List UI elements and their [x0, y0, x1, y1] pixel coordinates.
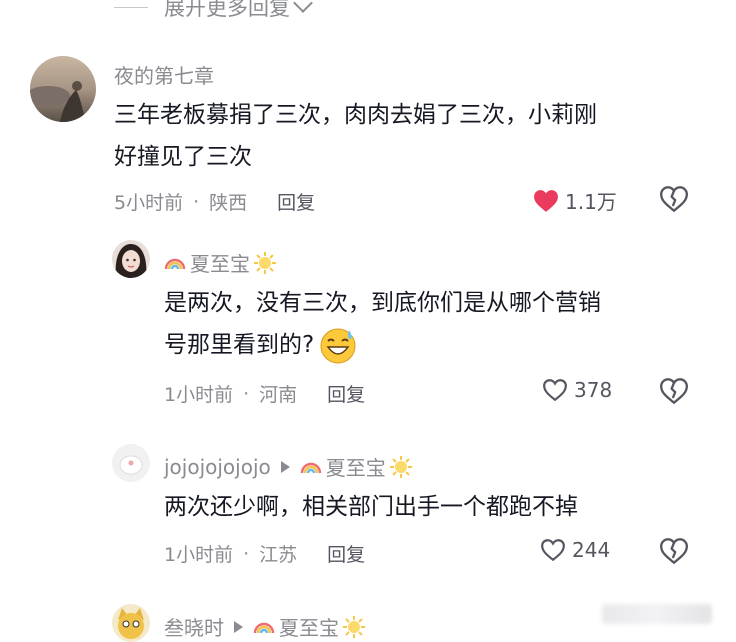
comment-location: 陕西: [209, 192, 248, 214]
dislike-button[interactable]: [659, 378, 689, 408]
reply-button[interactable]: 回复: [327, 380, 365, 407]
reply-location: 江苏: [259, 544, 298, 566]
reply-text-line-wrap: 号那里看到的?: [164, 324, 724, 366]
expand-more-replies[interactable]: 展开更多回复: [114, 0, 313, 20]
reply-username-row[interactable]: 叁晓时 夏至宝: [164, 612, 366, 641]
broken-heart-icon: [659, 538, 689, 565]
reply-text-line: 号那里看到的?: [164, 332, 315, 358]
avatar-image: [30, 56, 96, 122]
sun-icon: [343, 615, 365, 638]
sun-icon: [389, 455, 412, 478]
reply-username-row[interactable]: 夏至宝: [164, 248, 277, 277]
reply-text-line: 是两次，没有三次，到底你们是从哪个营销: [164, 290, 601, 316]
laughing-sweat-emoji-icon: [320, 328, 356, 364]
reply-button[interactable]: 回复: [327, 540, 365, 567]
like-count: 244: [572, 538, 611, 562]
comment-meta: 5小时前 · 陕西 回复: [114, 188, 315, 215]
rainbow-icon: [164, 258, 186, 269]
comment-text: 三年老板募捐了三次，肉肉去娟了三次，小莉刚 好撞见了三次: [114, 94, 714, 178]
separator-dot: ·: [243, 382, 250, 405]
reply-button[interactable]: 回复: [277, 188, 315, 215]
broken-heart-icon: [659, 186, 689, 213]
sun-icon: [254, 251, 276, 274]
reply-text: 是两次，没有三次，到底你们是从哪个营销 号那里看到的?: [164, 282, 724, 366]
like-button[interactable]: 1.1万: [533, 186, 617, 215]
reply-arrow-icon: [234, 620, 243, 633]
avatar-image: [112, 240, 150, 278]
divider-line: [114, 6, 148, 8]
heart-outline-icon: [543, 379, 567, 402]
expand-label: 展开更多回复: [164, 0, 290, 20]
avatar[interactable]: [112, 444, 150, 482]
chevron-down-icon: [293, 0, 313, 13]
reply-time: 1小时前: [164, 384, 234, 406]
reply-meta: 1小时前 · 江苏 回复: [164, 540, 365, 567]
avatar[interactable]: [112, 604, 150, 642]
avatar[interactable]: [30, 56, 96, 122]
separator-dot: ·: [193, 190, 200, 213]
like-count: 1.1万: [565, 190, 617, 214]
separator-dot: ·: [243, 542, 250, 565]
reply-username: jojojojojojo: [164, 454, 271, 479]
avatar-image: [112, 444, 150, 482]
like-button[interactable]: 378: [542, 378, 612, 402]
avatar[interactable]: [112, 240, 150, 278]
dislike-button[interactable]: [659, 538, 689, 568]
reply-time: 1小时前: [164, 544, 234, 566]
broken-heart-icon: [659, 378, 689, 405]
comment-text-line: 三年老板募捐了三次，肉肉去娟了三次，小莉刚: [114, 102, 597, 128]
heart-filled-icon: [534, 189, 558, 212]
comment-text-line: 好撞见了三次: [114, 144, 252, 170]
reply-text: 两次还少啊，相关部门出手一个都跑不掉: [164, 494, 578, 520]
rainbow-icon: [253, 622, 275, 633]
reply-username: 叁晓时: [164, 616, 224, 640]
reply-to-username: 夏至宝: [325, 456, 386, 480]
reply-arrow-icon: [280, 460, 290, 473]
reply-location: 河南: [259, 384, 298, 406]
heart-outline-icon: [541, 539, 565, 562]
reply-username-row[interactable]: jojojojojojo 夏至宝: [164, 452, 413, 481]
rainbow-icon: [300, 462, 321, 473]
dislike-button[interactable]: [659, 186, 689, 216]
reply-username: 夏至宝: [190, 252, 250, 276]
avatar-image: [112, 604, 150, 642]
watermark: [602, 604, 712, 624]
comment-username[interactable]: 夜的第七章: [114, 60, 214, 89]
like-count: 378: [574, 378, 613, 402]
reply-to-username: 夏至宝: [279, 616, 339, 640]
like-button[interactable]: 244: [540, 538, 610, 562]
reply-meta: 1小时前 · 河南 回复: [164, 380, 365, 407]
comment-time: 5小时前: [114, 192, 184, 214]
